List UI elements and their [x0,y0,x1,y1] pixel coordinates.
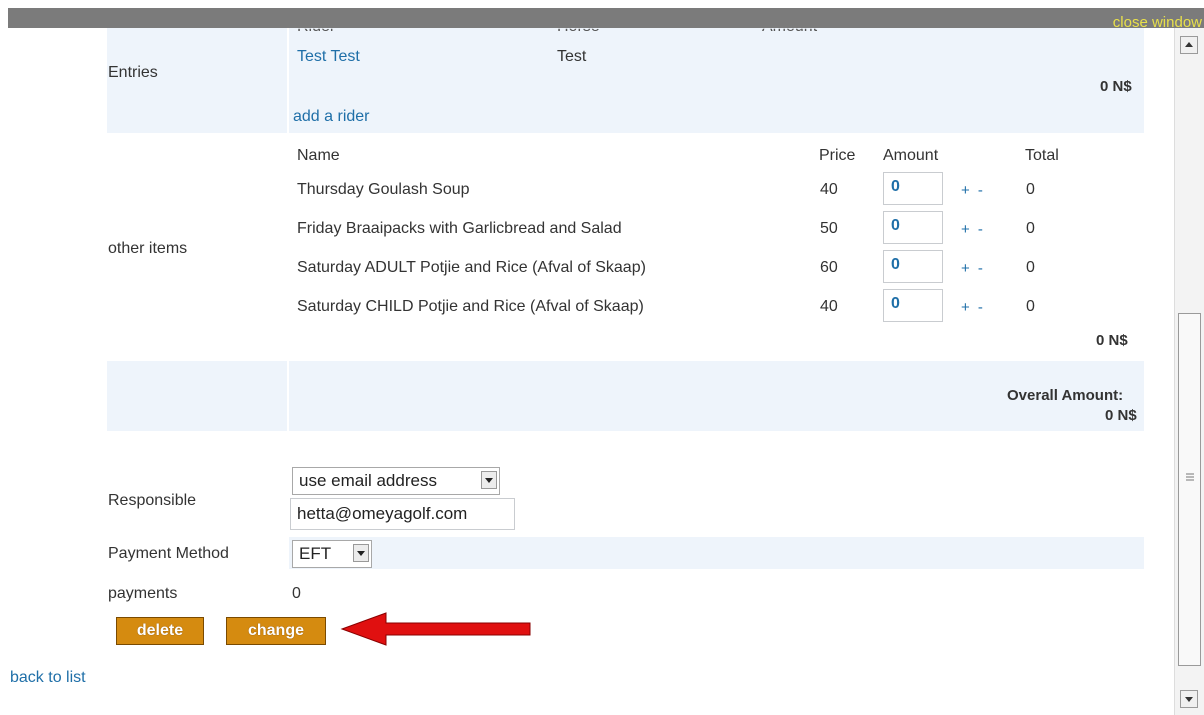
vertical-scrollbar[interactable] [1174,28,1204,715]
item-price: 40 [820,181,838,198]
item-amount-input[interactable]: 0 [883,211,943,244]
item-amount-input[interactable]: 0 [883,289,943,322]
email-field[interactable]: hetta@omeyagolf.com [290,498,515,530]
add-rider-link[interactable]: add a rider [293,108,370,126]
payment-method-label: Payment Method [108,545,229,562]
responsible-select-value: use email address [299,471,437,490]
item-price: 40 [820,298,838,315]
change-button[interactable]: change [226,617,326,645]
item-amount-input[interactable]: 0 [883,250,943,283]
payment-method-value: EFT [299,544,332,563]
col-price-header: Price [819,147,856,164]
red-arrow-icon [340,612,531,646]
scrollbar-thumb[interactable] [1178,313,1201,666]
payment-method-select[interactable]: EFT [292,540,372,568]
chevron-down-icon [353,544,369,562]
scroll-up-arrow-icon [1185,42,1193,47]
rider-name-link[interactable]: Test Test [297,48,360,66]
item-plus-minus[interactable]: + - [961,299,985,316]
email-field-value: hetta@omeyagolf.com [297,504,468,523]
item-name: Saturday ADULT Potjie and Rice (Afval of… [297,259,646,276]
scroll-down-button[interactable] [1180,690,1198,708]
item-price: 50 [820,220,838,237]
item-amount-value: 0 [891,295,900,312]
delete-button[interactable]: delete [116,617,204,645]
col-total-header: Total [1025,147,1059,164]
item-price: 60 [820,259,838,276]
responsible-label: Responsible [108,492,197,509]
entries-total: 0 N$ [1100,78,1132,95]
item-total: 0 [1026,220,1035,237]
back-to-list-link[interactable]: back to list [10,669,86,687]
scroll-up-button[interactable] [1180,36,1198,54]
overall-label-cell [107,361,287,431]
payments-label: payments [108,585,178,602]
other-items-label: other items [108,240,188,257]
payment-method-content-cell [289,537,1144,569]
other-items-subtotal: 0 N$ [1096,332,1128,349]
responsible-select[interactable]: use email address [292,467,500,495]
item-amount-value: 0 [891,217,900,234]
item-name: Saturday CHILD Potjie and Rice (Afval of… [297,298,644,315]
item-plus-minus[interactable]: + - [961,221,985,238]
top-bar: close window [8,8,1204,31]
horse-name: Test [557,48,587,65]
col-amount-header: Amount [883,147,939,164]
item-name: Friday Braaipacks with Garlicbread and S… [297,220,622,237]
payments-value: 0 [292,585,301,602]
grip-icon [1186,473,1194,481]
item-total: 0 [1026,181,1035,198]
item-total: 0 [1026,259,1035,276]
item-plus-minus[interactable]: + - [961,182,985,199]
item-amount-input[interactable]: 0 [883,172,943,205]
entries-label: Entries [108,64,158,81]
scroll-down-arrow-icon [1185,697,1193,702]
item-total: 0 [1026,298,1035,315]
item-amount-value: 0 [891,178,900,195]
chevron-down-icon [481,471,497,489]
entries-content-cell [289,28,1144,133]
overall-amount-label: Overall Amount: [1007,387,1124,404]
item-name: Thursday Goulash Soup [297,181,470,198]
col-name-header: Name [297,147,340,164]
overall-amount-value: 0 N$ [1105,407,1137,424]
item-plus-minus[interactable]: + - [961,260,985,277]
item-amount-value: 0 [891,256,900,273]
